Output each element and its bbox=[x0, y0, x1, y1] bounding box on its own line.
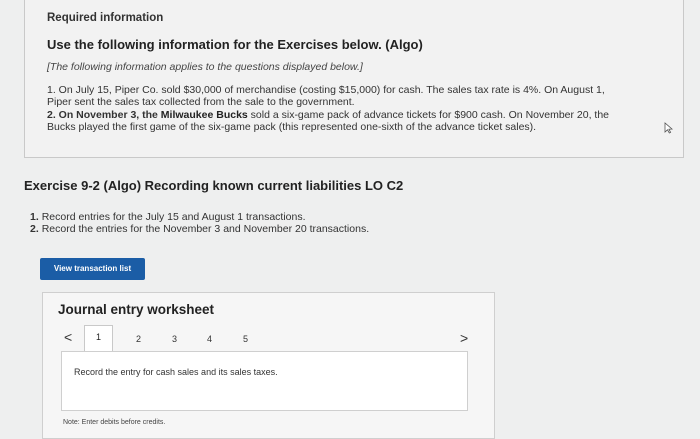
exercise-instructions: 1. Record entries for the July 15 and Au… bbox=[30, 211, 369, 235]
previous-page-chevron-icon[interactable]: < bbox=[64, 329, 72, 345]
debits-credits-note: Note: Enter debits before credits. bbox=[63, 419, 166, 426]
page-tab-4[interactable]: 4 bbox=[207, 334, 212, 344]
mouse-cursor-icon bbox=[664, 122, 674, 134]
view-transaction-list-button[interactable]: View transaction list bbox=[40, 258, 145, 280]
info-item-2: 2. On November 3, the Milwaukee Bucks so… bbox=[47, 109, 610, 133]
next-page-chevron-icon[interactable]: > bbox=[460, 330, 468, 346]
info-item-1: 1. On July 15, Piper Co. sold $30,000 of… bbox=[47, 84, 605, 108]
page-tab-5[interactable]: 5 bbox=[243, 334, 248, 344]
page-tab-2[interactable]: 2 bbox=[136, 334, 141, 344]
exercise-intro-heading: Use the following information for the Ex… bbox=[47, 37, 423, 52]
page-tab-1[interactable]: 1 bbox=[84, 325, 113, 351]
page-tab-3[interactable]: 3 bbox=[172, 334, 177, 344]
required-information-panel: Required information Use the following i… bbox=[24, 0, 684, 158]
instruction-item: 2. Record the entries for the November 3… bbox=[30, 223, 370, 235]
worksheet-title: Journal entry worksheet bbox=[58, 302, 215, 317]
exercise-title: Exercise 9-2 (Algo) Recording known curr… bbox=[24, 178, 404, 193]
required-information-heading: Required information bbox=[47, 12, 164, 24]
journal-entry-worksheet: Journal entry worksheet < 1 2 3 4 5 > Re… bbox=[42, 292, 495, 439]
worksheet-instruction-panel: Record the entry for cash sales and its … bbox=[61, 351, 468, 411]
worksheet-instruction: Record the entry for cash sales and its … bbox=[74, 367, 278, 377]
info-applies-note: [The following information applies to th… bbox=[47, 61, 363, 73]
instruction-item: 1. Record entries for the July 15 and Au… bbox=[30, 211, 306, 223]
